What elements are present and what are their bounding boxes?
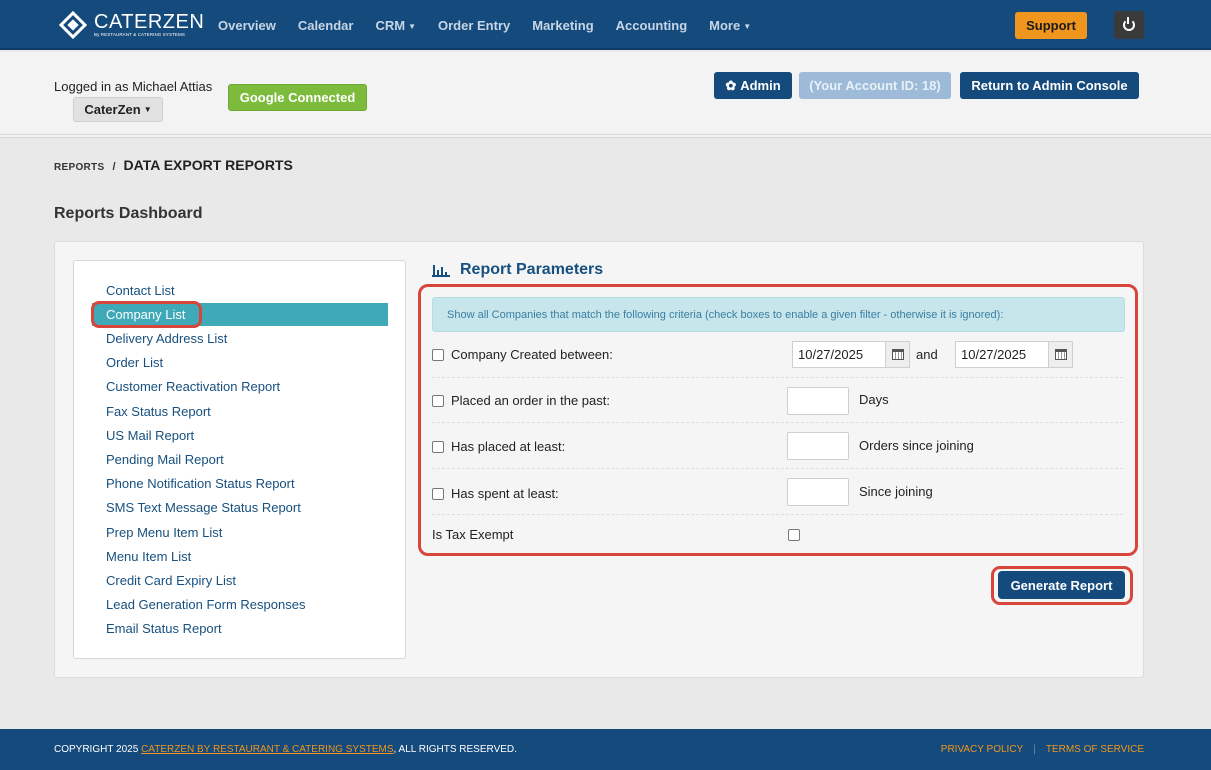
footer-links: PRIVACY POLICY | TERMS OF SERVICE (941, 744, 1144, 755)
generate-report-button[interactable]: Generate Report (998, 571, 1125, 599)
amount-spent-input[interactable] (787, 478, 849, 506)
spent-unit: Since joining (859, 484, 933, 499)
nav-calendar[interactable]: Calendar (287, 18, 365, 33)
top-navbar: CATERZEN By RESTAURANT & CATERING SYSTEM… (0, 0, 1211, 50)
divider (432, 377, 1123, 378)
account-id-button[interactable]: (Your Account ID: 18) (799, 72, 951, 99)
nav-marketing[interactable]: Marketing (521, 18, 604, 33)
logout-button[interactable] (1114, 11, 1144, 39)
menu-item-us-mail[interactable]: US Mail Report (106, 428, 194, 443)
support-button[interactable]: Support (1015, 12, 1087, 39)
power-icon (1123, 17, 1135, 31)
logged-in-text: Logged in as Michael Attias (54, 79, 213, 94)
divider (432, 468, 1123, 469)
criteria-info: Show all Companies that match the follow… (432, 297, 1125, 332)
page-title: Reports Dashboard (54, 205, 203, 222)
menu-item-delivery-address-list[interactable]: Delivery Address List (106, 331, 227, 346)
calendar-icon (1054, 349, 1067, 360)
breadcrumb-current: DATA EXPORT REPORTS (123, 157, 293, 173)
report-parameters-heading: Report Parameters (432, 261, 603, 279)
spent-at-least-row: Has spent at least: (432, 486, 559, 501)
divider (432, 422, 1123, 423)
main-nav: Overview Calendar CRM ▼ Order Entry Marke… (207, 0, 762, 50)
caret-down-icon: ▼ (143, 105, 152, 114)
footer: COPYRIGHT 2025 CATERZEN BY RESTAURANT & … (0, 729, 1211, 770)
created-to-date-input[interactable]: 10/27/2025 (955, 341, 1049, 368)
caterzen-logo[interactable]: CATERZEN By RESTAURANT & CATERING SYSTEM… (58, 10, 204, 40)
breadcrumb-separator: / (112, 161, 116, 173)
divider (432, 514, 1123, 515)
menu-item-prep-menu-item-list[interactable]: Prep Menu Item List (106, 525, 222, 540)
breadcrumb-reports[interactable]: REPORTS (54, 162, 104, 173)
nav-crm[interactable]: CRM ▼ (364, 18, 427, 33)
created-to-calendar-button[interactable] (1048, 341, 1073, 368)
days-input[interactable] (787, 387, 849, 415)
caret-down-icon: ▼ (743, 21, 752, 31)
tax-exempt-label: Is Tax Exempt (432, 527, 514, 542)
privacy-policy-link[interactable]: PRIVACY POLICY (941, 744, 1023, 755)
menu-item-lead-generation[interactable]: Lead Generation Form Responses (106, 597, 305, 612)
orders-unit: Orders since joining (859, 438, 974, 453)
menu-item-pending-mail[interactable]: Pending Mail Report (106, 452, 224, 467)
admin-button[interactable]: ✿ Admin (714, 72, 792, 99)
placed-order-checkbox[interactable] (432, 394, 444, 407)
return-admin-console-button[interactable]: Return to Admin Console (960, 72, 1139, 99)
tax-exempt-checkbox[interactable] (788, 529, 800, 541)
footer-separator: | (1033, 744, 1036, 755)
menu-item-customer-reactivation[interactable]: Customer Reactivation Report (106, 379, 280, 394)
menu-item-fax-status[interactable]: Fax Status Report (106, 404, 211, 419)
diamond-logo-icon (58, 10, 88, 40)
breadcrumb: REPORTS / DATA EXPORT REPORTS (54, 157, 293, 173)
placed-order-row: Placed an order in the past: (432, 393, 610, 408)
menu-item-email-status[interactable]: Email Status Report (106, 621, 222, 636)
company-created-row: Company Created between: (432, 347, 613, 362)
nav-accounting[interactable]: Accounting (605, 18, 699, 33)
placed-at-least-row: Has placed at least: (432, 439, 565, 454)
placed-at-least-checkbox[interactable] (432, 440, 444, 453)
menu-item-phone-notification[interactable]: Phone Notification Status Report (106, 476, 295, 491)
created-from-date-input[interactable]: 10/27/2025 (792, 341, 886, 368)
menu-item-credit-card-expiry[interactable]: Credit Card Expiry List (106, 573, 236, 588)
company-list-highlight (91, 301, 202, 328)
company-link[interactable]: CATERZEN BY RESTAURANT & CATERING SYSTEM… (141, 744, 393, 755)
menu-item-menu-item-list[interactable]: Menu Item List (106, 549, 191, 564)
and-label: and (916, 347, 938, 362)
copyright: COPYRIGHT 2025 CATERZEN BY RESTAURANT & … (54, 744, 517, 755)
brand-name: CATERZEN (94, 11, 205, 33)
menu-item-order-list[interactable]: Order List (106, 355, 163, 370)
menu-item-sms-status[interactable]: SMS Text Message Status Report (106, 500, 301, 515)
gear-icon: ✿ (725, 77, 737, 93)
nav-order-entry[interactable]: Order Entry (427, 18, 521, 33)
menu-item-contact-list[interactable]: Contact List (106, 283, 175, 298)
bar-chart-icon (432, 264, 450, 277)
google-connected-button[interactable]: Google Connected (228, 84, 367, 111)
spent-at-least-checkbox[interactable] (432, 487, 444, 500)
nav-more[interactable]: More ▼ (698, 18, 762, 33)
created-from-calendar-button[interactable] (885, 341, 910, 368)
company-created-checkbox[interactable] (432, 348, 444, 361)
terms-of-service-link[interactable]: TERMS OF SERVICE (1046, 744, 1144, 755)
account-dropdown[interactable]: CaterZen ▼ (73, 97, 163, 122)
days-unit: Days (859, 392, 889, 407)
caret-down-icon: ▼ (408, 21, 416, 31)
calendar-icon (891, 349, 904, 360)
orders-count-input[interactable] (787, 432, 849, 460)
nav-overview[interactable]: Overview (207, 18, 287, 33)
